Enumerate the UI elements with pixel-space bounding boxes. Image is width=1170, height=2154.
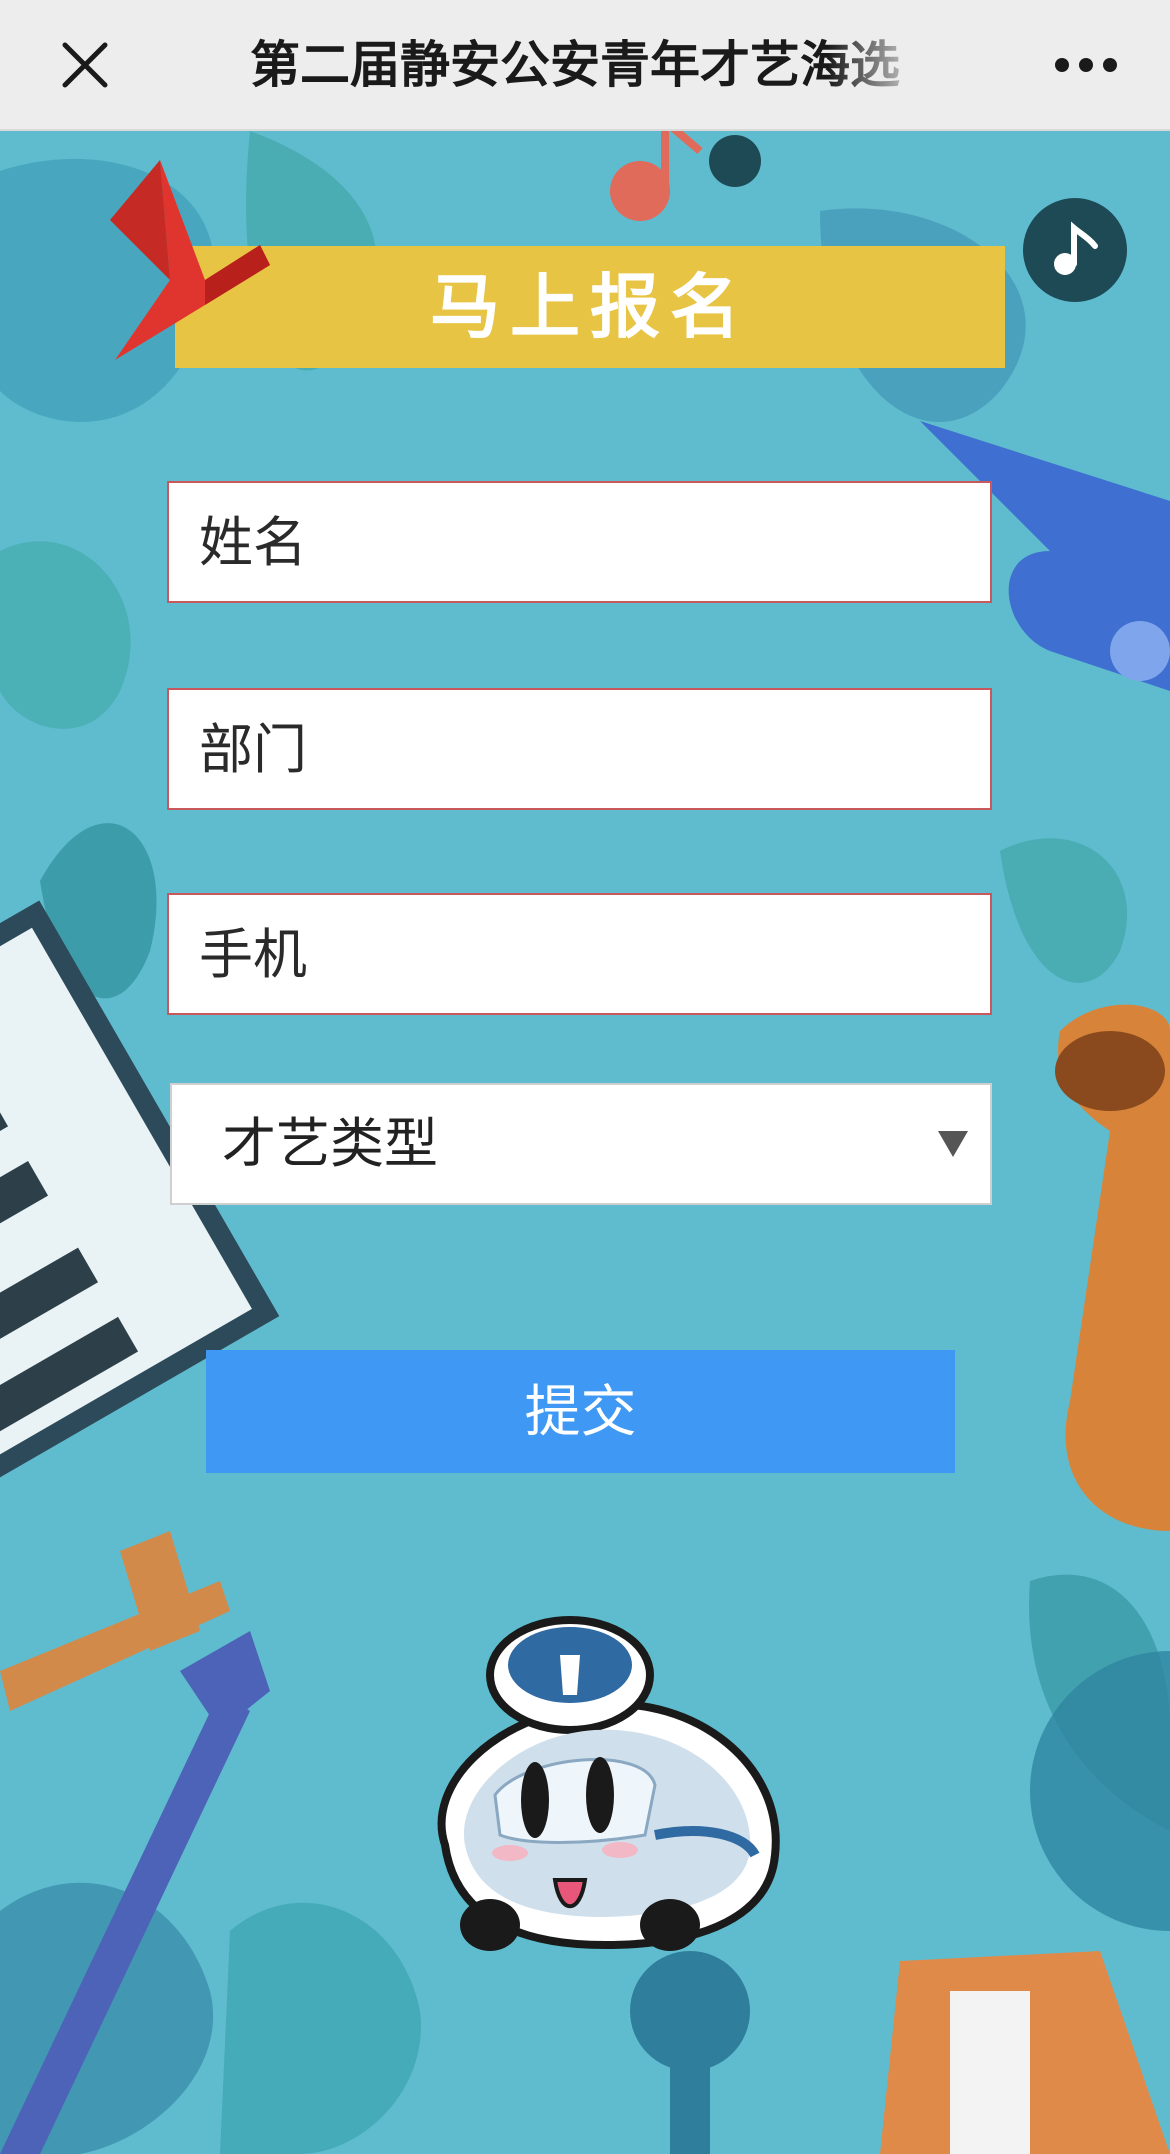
talent-type-select[interactable]: 才艺类型: [170, 1083, 992, 1205]
close-icon: [62, 42, 108, 88]
top-navigation-bar: 第二届静安公安青年才艺海选: [0, 0, 1170, 131]
more-dots-icon: [1055, 58, 1117, 72]
music-note-icon: [1054, 221, 1098, 275]
signup-page: 第二届静安公安青年才艺海选 马上报名 才艺类型 提交: [0, 0, 1170, 2154]
submit-button[interactable]: 提交: [206, 1350, 955, 1473]
signup-banner: 马上报名: [175, 246, 1005, 368]
music-toggle-button[interactable]: [1023, 198, 1127, 302]
close-button[interactable]: [45, 25, 125, 105]
name-input[interactable]: [167, 481, 992, 603]
phone-input[interactable]: [167, 893, 992, 1015]
origami-bird-icon: [110, 160, 270, 360]
department-input[interactable]: [167, 688, 992, 810]
talent-type-value: 才艺类型: [222, 1112, 438, 1175]
page-title: 第二届静安公安青年才艺海选: [250, 36, 900, 94]
dropdown-arrow-icon: [938, 1131, 968, 1157]
police-car-mascot: [437, 1616, 780, 1951]
banner-title: 马上报名: [430, 266, 750, 348]
more-options-button[interactable]: [1046, 30, 1126, 100]
